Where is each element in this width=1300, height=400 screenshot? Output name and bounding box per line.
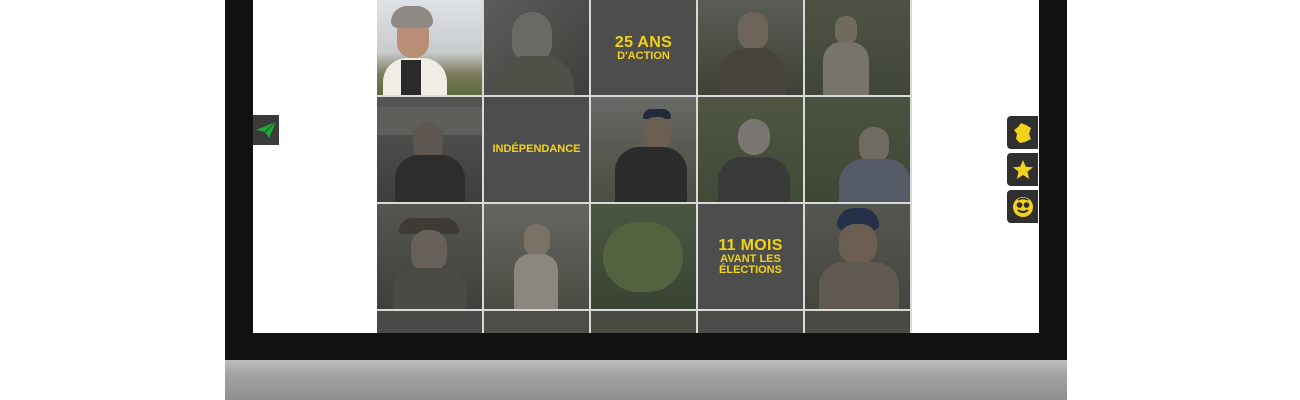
tile-independance[interactable]: INDÉPENDANCE (484, 97, 589, 202)
portrait-tile[interactable] (484, 311, 589, 333)
portrait-tile[interactable] (591, 97, 696, 202)
tile-11-mois[interactable]: 11 MOIS AVANT LES ÉLECTIONS (698, 204, 803, 309)
portrait-tile-featured[interactable] (377, 0, 482, 95)
monitor-stand (225, 360, 1067, 400)
portrait-tile[interactable] (698, 0, 803, 95)
tile-25-ans-subtitle: D'ACTION (617, 49, 670, 62)
star-button[interactable] (1007, 153, 1038, 186)
portrait-tile[interactable] (377, 204, 482, 309)
tile-11-mois-line2: ÉLECTIONS (719, 264, 782, 276)
mascot-button[interactable] (1007, 190, 1038, 223)
tile-11-mois-title: 11 MOIS (718, 237, 783, 254)
star-icon (1012, 159, 1033, 179)
portrait-tile[interactable] (698, 97, 803, 202)
tile-independance-label: INDÉPENDANCE (492, 143, 581, 155)
portrait-tile[interactable] (484, 204, 589, 309)
portrait-tile[interactable] (377, 97, 482, 202)
portrait-tile[interactable] (377, 311, 482, 333)
portrait-tile[interactable] (805, 311, 910, 333)
france-map-icon (1013, 122, 1031, 143)
photo-grid: 25 ANS D'ACTION INDÉPENDANCE 11 MOIS AVA… (377, 0, 912, 333)
tile-25-ans[interactable]: 25 ANS D'ACTION (591, 0, 696, 95)
portrait-tile[interactable] (805, 204, 910, 309)
portrait-tile[interactable] (698, 311, 803, 333)
face-icon (1012, 196, 1033, 217)
portrait-tile[interactable] (591, 204, 696, 309)
france-button[interactable] (1007, 116, 1038, 149)
send-button[interactable] (253, 115, 279, 145)
portrait-tile[interactable] (805, 0, 910, 95)
paper-plane-icon (256, 121, 277, 138)
portrait-tile[interactable] (591, 311, 696, 333)
portrait-tile[interactable] (484, 0, 589, 95)
portrait-tile[interactable] (805, 97, 910, 202)
tile-25-ans-title: 25 ANS (614, 33, 673, 51)
screen: 25 ANS D'ACTION INDÉPENDANCE 11 MOIS AVA… (253, 0, 1039, 333)
